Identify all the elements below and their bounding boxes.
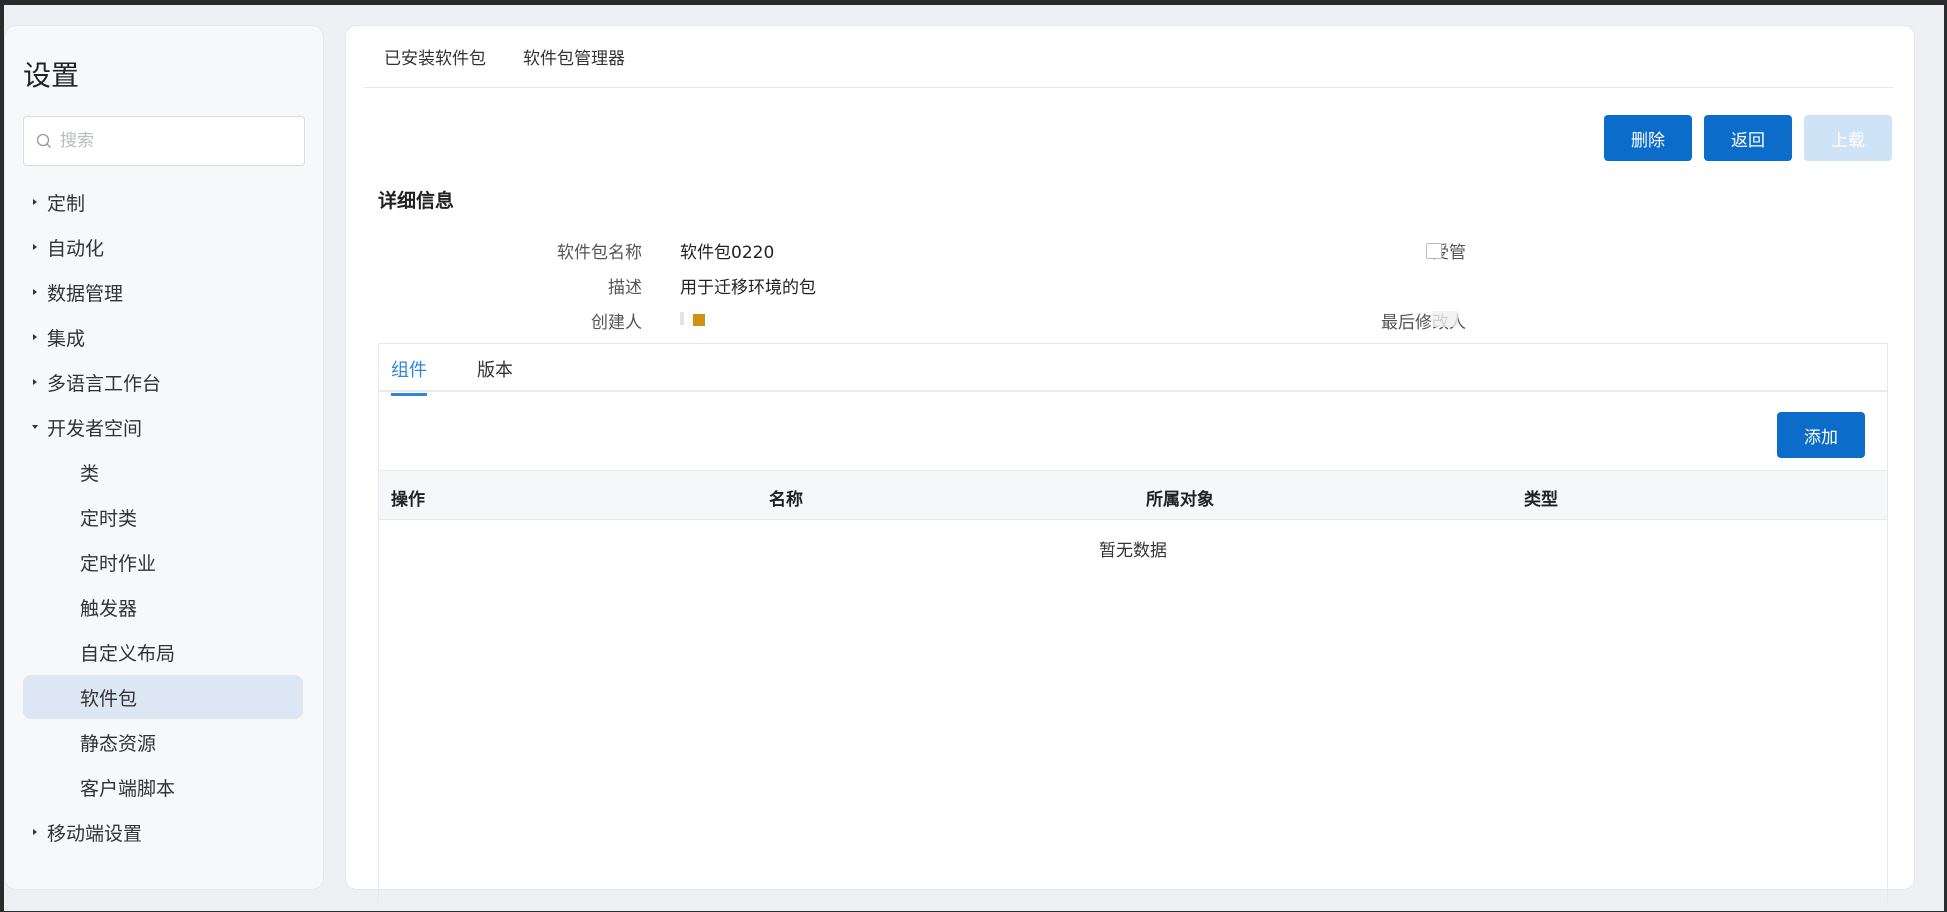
sidebar-item-label: 开发者空间: [47, 417, 143, 440]
caret-right-icon: [23, 243, 47, 251]
sidebar-item-label: 定时作业: [80, 552, 157, 575]
sidebar-item-custom-layout[interactable]: 自定义布局: [23, 630, 303, 674]
sidebar-item-customize[interactable]: 定制: [23, 180, 303, 224]
package-name-value: 软件包0220: [680, 243, 775, 263]
table-header: 操作 名称 所属对象 类型: [379, 470, 1887, 520]
caret-right-icon: [23, 378, 47, 386]
package-name-label: 软件包名称: [557, 243, 642, 263]
search-icon: [36, 133, 51, 148]
sidebar-item-integration[interactable]: 集成: [23, 315, 303, 359]
sidebar-item-package[interactable]: 软件包: [23, 675, 303, 719]
sidebar-item-label: 多语言工作台: [47, 372, 162, 395]
caret-right-icon: [23, 333, 47, 341]
upload-button[interactable]: 上载: [1804, 115, 1892, 161]
creator-avatar: [693, 314, 705, 326]
caret-right-icon: [23, 288, 47, 296]
sidebar-item-trigger[interactable]: 触发器: [23, 585, 303, 629]
sidebar-item-client-script[interactable]: 客户端脚本: [23, 765, 303, 809]
sidebar-item-static-resources[interactable]: 静态资源: [23, 720, 303, 764]
sidebar-item-label: 移动端设置: [47, 822, 143, 845]
creator-label: 创建人: [591, 313, 642, 333]
delete-button[interactable]: 删除: [1604, 115, 1692, 161]
sidebar-item-multilingual[interactable]: 多语言工作台: [23, 360, 303, 404]
sidebar-item-label: 自动化: [47, 237, 105, 260]
description-label: 描述: [608, 278, 642, 298]
sidebar-item-label: 数据管理: [47, 282, 124, 305]
sidebar-item-scheduled-class[interactable]: 定时类: [23, 495, 303, 539]
sidebar-item-automation[interactable]: 自动化: [23, 225, 303, 269]
column-name: 名称: [769, 490, 803, 510]
sidebar-item-label: 客户端脚本: [80, 777, 176, 800]
tab-components[interactable]: 组件: [391, 356, 427, 396]
description-value: 用于迁移环境的包: [680, 278, 816, 298]
tab-versions[interactable]: 版本: [477, 356, 513, 382]
column-type: 类型: [1524, 490, 1558, 510]
sidebar-item-label: 定时类: [80, 507, 138, 530]
caret-right-icon: [23, 828, 47, 836]
sidebar-item-label: 类: [80, 462, 100, 485]
main-panel: 已安装软件包 软件包管理器 删除 返回 上载 详细信息 软件包名称 软件包022…: [345, 25, 1915, 903]
sidebar-item-label: 触发器: [80, 597, 138, 620]
sidebar-item-data-management[interactable]: 数据管理: [23, 270, 303, 314]
search-box[interactable]: [23, 116, 305, 166]
column-action: 操作: [391, 490, 425, 510]
sidebar-item-class[interactable]: 类: [23, 450, 303, 494]
sidebar-item-label: 静态资源: [80, 732, 157, 755]
add-button[interactable]: 添加: [1777, 412, 1865, 458]
top-tabs: 已安装软件包 软件包管理器: [364, 26, 1894, 88]
empty-state: 暂无数据: [1099, 541, 1167, 561]
sidebar-item-mobile-settings[interactable]: 移动端设置: [23, 810, 303, 854]
sidebar-item-developer-space[interactable]: 开发者空间: [23, 405, 303, 449]
caret-right-icon: [23, 198, 47, 206]
panel-tabs: 组件 版本: [379, 344, 1887, 396]
search-input[interactable]: [58, 130, 292, 152]
last-modifier-blurred: [1432, 311, 1458, 327]
sidebar-item-label: 自定义布局: [80, 642, 176, 665]
sidebar-item-label: 定制: [47, 192, 86, 215]
components-panel: 组件 版本 添加 操作 名称 所属对象 类型 暂无数据: [378, 343, 1888, 903]
column-owner-object: 所属对象: [1146, 490, 1214, 510]
sidebar-item-label: 软件包: [80, 687, 138, 710]
sidebar-item-label: 集成: [47, 327, 86, 350]
sidebar: 设置 定制 自动化 数据管理 集成: [4, 25, 324, 890]
sidebar-item-scheduled-job[interactable]: 定时作业: [23, 540, 303, 584]
managed-checkbox[interactable]: [1426, 243, 1442, 259]
caret-down-icon: [23, 423, 47, 431]
creator-name-blurred: [680, 312, 684, 325]
settings-app: 设置 定制 自动化 数据管理 集成: [4, 5, 1944, 911]
tab-package-manager[interactable]: 软件包管理器: [523, 44, 625, 69]
sidebar-title: 设置: [23, 59, 80, 92]
back-button[interactable]: 返回: [1704, 115, 1792, 161]
section-title: 详细信息: [378, 190, 455, 212]
tab-installed-packages[interactable]: 已安装软件包: [384, 44, 486, 69]
